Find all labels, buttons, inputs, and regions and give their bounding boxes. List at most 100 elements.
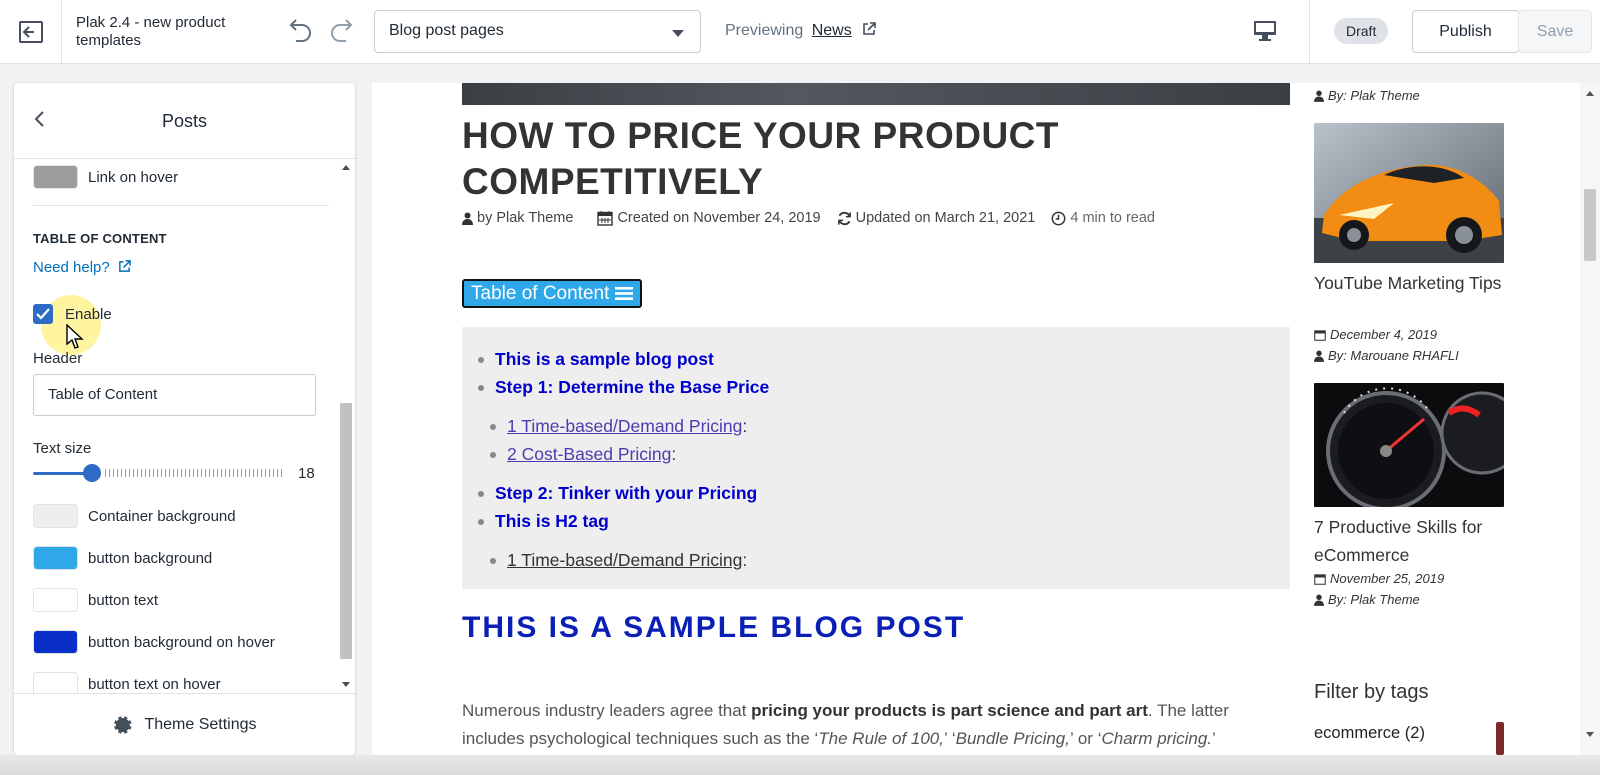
color-swatch[interactable] [33,504,78,528]
user-icon [1314,90,1324,102]
post-updated: Updated on March 21, 2021 [837,210,1035,226]
color-swatch[interactable] [33,672,78,693]
post-created: Created on November 24, 2019 [597,210,821,226]
button-bg-color-setting[interactable]: button background [33,546,212,570]
bullet [490,557,496,564]
gear-icon [114,715,133,734]
scroll-thumb[interactable] [340,403,352,659]
recent-post-image[interactable] [1314,383,1504,507]
bullet [490,451,496,458]
scroll-up-icon[interactable] [342,165,350,170]
toc-link-text: This is a sample blog post [495,349,714,369]
checkbox-label: Enable [65,305,112,323]
color-swatch[interactable] [33,588,78,612]
bullet [478,356,484,363]
section-divider [33,205,329,206]
theme-name: Plak 2.4 - new product templates [76,14,226,49]
storefront-preview: HOW TO PRICE YOUR PRODUCT COMPETITIVELY … [372,83,1600,755]
button-text-hover-color-setting[interactable]: button text on hover [33,672,221,693]
help-link-text: Need help? [33,259,110,276]
recent-post-author: By: Plak Theme [1314,592,1420,607]
settings-sidebar: Posts Link on hover TABLE OF CONTENT Nee… [14,83,355,755]
toc-link[interactable]: Step 2: Tinker with your Pricing [478,483,757,504]
read-time-text: 4 min to read [1070,210,1155,226]
recent-post-date: December 4, 2019 [1314,327,1437,342]
preview-scrollbar[interactable] [1580,83,1600,755]
tag-link[interactable]: ecommerce (2) [1314,724,1425,743]
table-of-content-list: This is a sample blog post Step 1: Deter… [462,327,1290,589]
exit-icon [18,21,43,43]
previewing-link[interactable]: News [812,22,852,39]
sidebar-scrollbar[interactable] [339,161,353,691]
exit-button[interactable] [0,0,62,64]
publish-button[interactable]: Publish [1412,10,1519,53]
container-bg-color-setting[interactable]: Container background [33,504,236,528]
checkbox[interactable] [33,304,53,324]
undo-button[interactable] [284,16,314,51]
user-icon [1314,594,1324,606]
text-size-label: Text size [33,440,92,457]
desktop-view-button[interactable] [1253,20,1277,47]
post-author: by Plak Theme [462,210,573,226]
body-italic: Charm pricing. [1101,729,1213,748]
calendar-icon [1314,329,1326,341]
toc-link-text: 1 Time-based/Demand Pricing [507,550,743,570]
color-swatch[interactable] [33,546,78,570]
slider-track [105,469,283,477]
recent-post-title[interactable]: YouTube Marketing Tips [1314,269,1514,297]
redo-icon [331,19,353,42]
toc-link-text: 1 Time-based/Demand Pricing [507,416,743,436]
recent-post-title[interactable]: 7 Productive Skills for eCommerce [1314,513,1514,569]
text-size-slider[interactable] [33,463,283,483]
scroll-thumb[interactable] [1584,189,1596,261]
sidebar-scroll-area: Link on hover TABLE OF CONTENT Need help… [14,160,355,693]
toc-sublink[interactable]: 2 Cost-Based Pricing: [490,444,676,465]
external-link-icon [863,22,876,35]
toc-link[interactable]: Step 1: Determine the Base Price [478,377,769,398]
sports-car-image [1314,123,1504,263]
theme-settings-button[interactable]: Theme Settings [14,693,355,755]
toc-sublink[interactable]: 1 Time-based/Demand Pricing: [490,550,747,571]
scroll-up-icon[interactable] [1586,91,1594,96]
header-input[interactable]: Table of Content [33,374,316,416]
color-swatch[interactable] [33,630,78,654]
link-hover-color-setting[interactable]: Link on hover [33,165,178,189]
save-button[interactable]: Save [1518,10,1592,53]
post-meta: by Plak Theme Created on November 24, 20… [462,210,1171,226]
toc-link[interactable]: This is a sample blog post [478,349,714,370]
theme-settings-label: Theme Settings [144,715,257,733]
button-bg-hover-color-setting[interactable]: button background on hover [33,630,275,654]
checkmark-icon [36,308,50,320]
toc-sublink[interactable]: 1 Time-based/Demand Pricing: [490,416,747,437]
help-link[interactable]: Need help? [33,259,131,276]
undo-icon [289,19,311,42]
chevron-left-icon [34,111,44,127]
scroll-down-icon[interactable] [1586,732,1594,737]
enable-toc-checkbox[interactable]: Enable [33,304,112,324]
external-link-icon [119,260,131,272]
body-text: ’ or ‘ [1069,729,1102,748]
button-text-color-setting[interactable]: button text [33,588,158,612]
swatch-label: button background [88,549,213,567]
body-text: Numerous industry leaders agree that [462,701,752,720]
post-title: HOW TO PRICE YOUR PRODUCT COMPETITIVELY [462,115,1060,202]
sidebar-header: Posts [14,83,355,159]
filter-by-tags-title: Filter by tags [1314,681,1429,703]
redo-button[interactable] [328,16,358,51]
page-template-select[interactable]: Blog post pages [374,10,701,53]
previewing-label: Previewing [725,22,804,39]
chevron-down-icon [672,30,684,37]
recent-post-author: By: Marouane RHAFLI [1314,348,1459,363]
slider-handle[interactable] [83,464,101,482]
color-swatch[interactable] [33,165,78,189]
post-read-time: 4 min to read [1051,210,1155,226]
tag-decoration [1496,722,1504,755]
bullet [478,518,484,525]
user-icon [462,212,473,225]
toc-link[interactable]: This is H2 tag [478,511,609,532]
body-text: ’ [1212,729,1216,748]
scroll-down-icon[interactable] [342,682,350,687]
recent-post-image[interactable] [1314,123,1504,263]
table-of-content-button[interactable]: Table of Content [462,279,643,308]
back-button[interactable] [32,109,48,134]
